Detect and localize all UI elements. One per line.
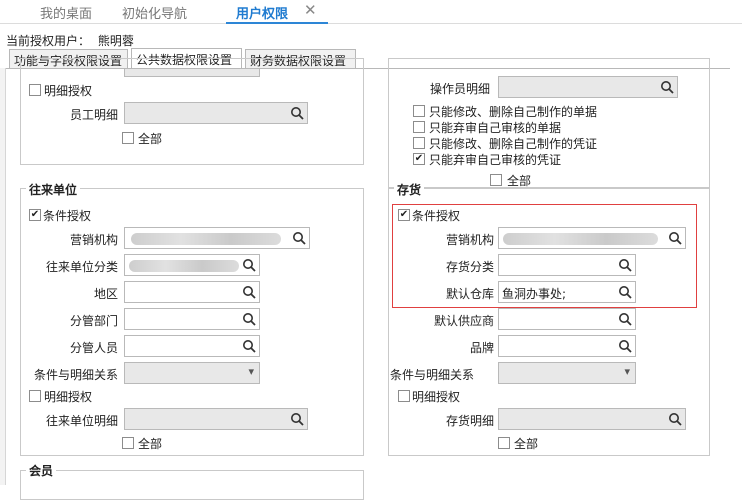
contacts-unit-detail-input[interactable] <box>124 408 308 430</box>
inventory-relation-label: 条件与明细关系 <box>390 368 475 382</box>
contacts-region-label: 地区 <box>93 287 118 301</box>
search-icon[interactable] <box>292 231 306 245</box>
employee-detail-input[interactable] <box>124 102 308 124</box>
inventory-all-checkbox[interactable] <box>498 437 510 449</box>
contacts-region-input[interactable] <box>124 281 260 303</box>
operator-all-label: 全部 <box>507 174 532 188</box>
contacts-person-input[interactable] <box>124 335 260 357</box>
search-icon[interactable] <box>242 258 256 272</box>
contacts-relation-label: 条件与明细关系 <box>33 368 118 382</box>
search-icon[interactable] <box>242 285 256 299</box>
inventory-detail-auth-checkbox[interactable] <box>398 390 410 402</box>
scrollbar[interactable] <box>730 68 742 485</box>
contacts-detail-auth-checkbox[interactable] <box>29 390 41 402</box>
search-icon[interactable] <box>618 258 632 272</box>
contacts-unit-detail-label: 往来单位明细 <box>45 414 118 428</box>
contacts-relation-select[interactable]: ▾ <box>124 362 260 384</box>
current-user-name: 熊明蓉 <box>97 34 134 48</box>
inventory-category-label: 存货分类 <box>445 260 494 274</box>
contacts-category-input[interactable] <box>124 254 260 276</box>
inventory-category-input[interactable] <box>498 254 636 276</box>
inventory-warehouse-label: 默认仓库 <box>445 287 494 301</box>
search-icon[interactable] <box>618 312 632 326</box>
inventory-relation-select[interactable]: ▾ <box>498 362 636 384</box>
inventory-supplier-label: 默认供应商 <box>433 314 494 328</box>
opt1-label: 只能修改、删除自己制作的单据 <box>429 105 598 119</box>
top-tab-bar: 我的桌面 初始化导航 用户权限 ✕ <box>0 0 742 24</box>
contacts-detail-auth-label: 明细授权 <box>44 390 93 404</box>
search-icon[interactable] <box>668 412 682 426</box>
opt2-checkbox[interactable] <box>413 121 425 133</box>
contacts-sales-org-label: 营销机构 <box>69 233 118 247</box>
inventory-legend: 存货 <box>394 181 425 198</box>
contacts-sales-org-input[interactable] <box>124 227 310 249</box>
inventory-sales-org-input[interactable] <box>498 227 686 249</box>
inventory-warehouse-input[interactable]: 鱼洞办事处; <box>498 281 636 303</box>
employee-detail-label: 员工明细 <box>69 108 118 122</box>
member-fieldset <box>20 470 364 500</box>
inventory-detail-input[interactable] <box>498 408 686 430</box>
active-tab-indicator <box>226 22 328 24</box>
search-icon[interactable] <box>660 80 674 94</box>
inventory-brand-input[interactable] <box>498 335 636 357</box>
left-edge <box>0 68 6 485</box>
contacts-category-label: 往来单位分类 <box>45 260 118 274</box>
opt4-checkbox[interactable] <box>413 153 425 165</box>
contacts-person-label: 分管人员 <box>69 341 118 355</box>
operator-all-checkbox[interactable] <box>490 174 502 186</box>
search-icon[interactable] <box>618 285 632 299</box>
search-icon[interactable] <box>290 106 304 120</box>
employee-detail-auth-label: 明细授权 <box>44 84 93 98</box>
redacted-value <box>129 260 239 272</box>
employee-field-above <box>124 69 260 77</box>
employee-detail-auth-checkbox[interactable] <box>29 84 41 96</box>
opt3-label: 只能修改、删除自己制作的凭证 <box>429 137 598 151</box>
member-legend: 会员 <box>26 462 57 479</box>
tab-user-permission[interactable]: 用户权限 <box>236 3 288 22</box>
contacts-all-label: 全部 <box>138 437 163 451</box>
tab-my-desktop[interactable]: 我的桌面 <box>40 3 92 22</box>
inventory-cond-auth-checkbox[interactable] <box>398 209 410 221</box>
chevron-down-icon[interactable]: ▾ <box>624 365 630 378</box>
opt4-label: 只能弃审自己审核的凭证 <box>429 153 562 167</box>
contacts-dept-label: 分管部门 <box>69 314 118 328</box>
opt3-checkbox[interactable] <box>413 137 425 149</box>
search-icon[interactable] <box>618 339 632 353</box>
current-user-label: 当前授权用户： <box>6 34 91 48</box>
close-icon[interactable]: ✕ <box>304 1 317 19</box>
inventory-detail-label: 存货明细 <box>445 414 494 428</box>
employee-all-checkbox[interactable] <box>122 132 134 144</box>
search-icon[interactable] <box>668 231 682 245</box>
chevron-down-icon[interactable]: ▾ <box>248 365 254 378</box>
inventory-cond-auth-label: 条件授权 <box>412 209 461 223</box>
operator-detail-input[interactable] <box>498 76 678 98</box>
search-icon[interactable] <box>242 312 256 326</box>
redacted-value <box>131 233 281 245</box>
inventory-brand-label: 品牌 <box>469 341 494 355</box>
inventory-all-label: 全部 <box>514 437 539 451</box>
contacts-legend: 往来单位 <box>26 181 81 198</box>
inventory-sales-org-label: 营销机构 <box>445 233 494 247</box>
inventory-warehouse-value: 鱼洞办事处; <box>502 287 567 301</box>
contacts-dept-input[interactable] <box>124 308 260 330</box>
inventory-supplier-input[interactable] <box>498 308 636 330</box>
search-icon[interactable] <box>242 339 256 353</box>
current-user-line: 当前授权用户： 熊明蓉 <box>6 32 134 49</box>
redacted-value <box>503 233 658 245</box>
inventory-detail-auth-label: 明细授权 <box>412 390 461 404</box>
contacts-cond-auth-label: 条件授权 <box>43 209 92 223</box>
tab-init-navigation[interactable]: 初始化导航 <box>122 3 187 22</box>
employee-all-label: 全部 <box>138 132 163 146</box>
contacts-cond-auth-checkbox[interactable] <box>29 209 41 221</box>
opt2-label: 只能弃审自己审核的单据 <box>429 121 562 135</box>
contacts-all-checkbox[interactable] <box>122 437 134 449</box>
opt1-checkbox[interactable] <box>413 105 425 117</box>
operator-detail-label: 操作员明细 <box>429 82 490 96</box>
search-icon[interactable] <box>290 412 304 426</box>
